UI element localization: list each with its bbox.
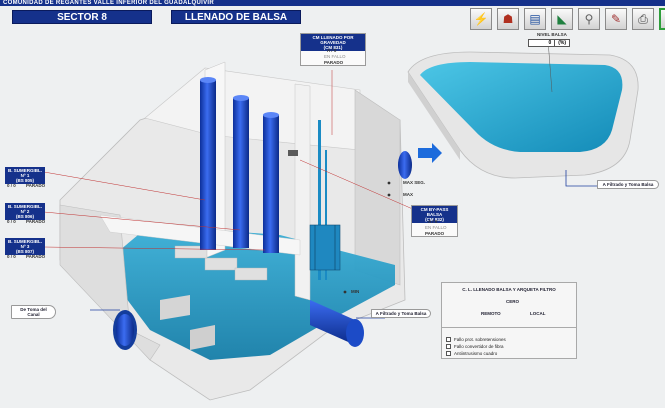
control-local-label: LOCAL [530, 311, 546, 316]
control-state: CERO [506, 299, 520, 304]
bypass-valve-state: PARADO [425, 231, 445, 236]
reservoir-level-unit: (%) [558, 40, 566, 46]
control-panel-title: C. L. LLENADO BALSA Y ARQUETA FILTRO [462, 287, 556, 292]
pump-3-mode: 0 / 0 [7, 254, 16, 259]
pump-title: B. SUMERGIBL. Nº 2 [7, 204, 42, 214]
marker-min: MIN [351, 289, 360, 294]
alarm-check-2[interactable]: Fallo convertidor de fibra [446, 344, 504, 349]
alarm-check-1[interactable]: Fallo prot. sobretensiones [446, 337, 506, 342]
gravity-valve-fault: EN FALLO [324, 54, 346, 59]
reservoir-level-display: 0 (%) [528, 39, 570, 47]
gravity-valve-mode: A / 0 [327, 48, 337, 53]
bypass-valve-panel[interactable]: CM BY-PASS BALSA (CM 832) A / 0 EN FALLO… [411, 205, 458, 237]
pump-1-state: PARADO [26, 183, 46, 188]
pump-3 [263, 115, 279, 253]
checkbox[interactable] [446, 351, 451, 356]
reservoir-level-value: 0 [529, 40, 556, 46]
alarm-check-label: Fallo convertidor de fibra [454, 344, 504, 349]
alarm-check-3[interactable]: Antiintrusismo cuadro [446, 351, 497, 356]
pump-3-state: PARADO [26, 254, 46, 259]
pump-2-mode: 0 / 0 [7, 219, 16, 224]
pump-title: B. SUMERGIBL. Nº 1 [7, 168, 42, 178]
control-remote-label: REMOTO [481, 311, 501, 316]
alarm-check-label: Antiintrusismo cuadro [454, 351, 498, 356]
bypass-valve-title: CM BY-PASS BALSA [420, 207, 449, 217]
outlet-tank-tag: A Filtrado y Toma Balsa [371, 309, 431, 318]
gravity-valve-state: PARADO [324, 60, 344, 65]
checkbox[interactable] [446, 337, 451, 342]
inlet-tag: De Toma del Canal [11, 305, 56, 319]
reservoir-level-label: NIVEL BALSA [537, 32, 567, 37]
pump-2-label[interactable]: B. SUMERGIBL. Nº 2 (BS 806) [5, 203, 45, 220]
gravity-valve-title: CM LLENADO POR GRAVEDAD [312, 35, 354, 45]
alarm-check-label: Fallo prot. sobretensiones [454, 337, 506, 342]
bypass-valve-mode: A / 0 [428, 219, 438, 224]
gravity-valve-panel[interactable]: CM LLENADO POR GRAVEDAD (CM 831) A / 0 E… [300, 33, 366, 66]
control-panel: C. L. LLENADO BALSA Y ARQUETA FILTRO CER… [441, 282, 577, 359]
marker-max-seg: MAX SEG. [403, 180, 426, 185]
checkbox[interactable] [446, 344, 451, 349]
flow-arrow [418, 143, 442, 163]
pump-1-mode: 0 / 0 [7, 183, 16, 188]
pump-2 [233, 98, 249, 248]
pump-2-state: PARADO [26, 219, 46, 224]
pump-title: B. SUMERGIBL. Nº 3 [7, 239, 42, 249]
pump-3-label[interactable]: B. SUMERGIBL. Nº 3 (BS 807) [5, 238, 45, 255]
pump-1-label[interactable]: B. SUMERGIBL. Nº 1 (BS 805) [5, 167, 45, 184]
outlet-reservoir-tag: A Filtrado y Toma Balsa [597, 180, 659, 189]
pump-1 [200, 80, 216, 250]
marker-max: MAX [403, 192, 413, 197]
bypass-valve-fault: EN FALLO [425, 225, 447, 230]
gate-valve [309, 224, 341, 271]
